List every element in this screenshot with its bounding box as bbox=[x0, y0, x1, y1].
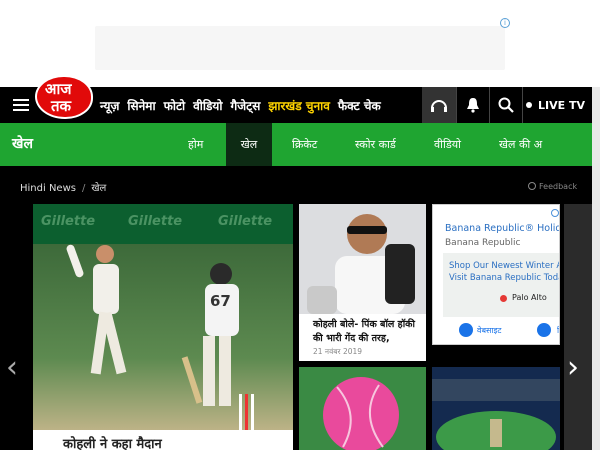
feedback-label: Feedback bbox=[539, 182, 578, 191]
tab-khel[interactable]: खेल bbox=[226, 123, 272, 166]
search-icon bbox=[498, 97, 514, 113]
hero-image: 67 bbox=[33, 244, 293, 434]
story-card-stadium[interactable] bbox=[432, 367, 560, 450]
story-thumbnail bbox=[299, 204, 426, 314]
breadcrumb-current: खेल bbox=[91, 183, 107, 194]
pink-ball-image bbox=[299, 367, 426, 450]
nav-cinema[interactable]: सिनेमा bbox=[127, 97, 155, 114]
section-bar: खेल होम खेल क्रिकेट स्कोर कार्ड वीडियो ख… bbox=[0, 123, 592, 166]
kohli-photo bbox=[299, 204, 426, 314]
feedback-icon bbox=[528, 182, 536, 190]
hero-headline-strip[interactable]: कोहली ने कहा मैदान bbox=[33, 430, 293, 450]
tab-more[interactable]: खेल की अ bbox=[499, 123, 542, 166]
jersey-number: 67 bbox=[210, 292, 231, 310]
cricket-scene-image: 67 bbox=[66, 244, 254, 434]
hero-story-card[interactable]: Gillette Gillette Gillette 67 कोहली ने क… bbox=[33, 204, 293, 450]
ad-choices-icon[interactable]: i bbox=[500, 18, 510, 28]
logo-text-bottom: तक bbox=[51, 97, 72, 115]
bell-icon bbox=[467, 98, 479, 113]
ad-info-icon[interactable] bbox=[551, 209, 559, 217]
story-date: 21 नवंबर 2019 bbox=[313, 347, 363, 356]
tab-video[interactable]: वीडियो bbox=[434, 123, 461, 166]
nav-video[interactable]: वीडियो bbox=[193, 97, 222, 114]
directions-icon[interactable] bbox=[537, 323, 551, 337]
board-text: Gillette bbox=[41, 214, 96, 229]
story-title: कोहली बोले- पिंक बॉल हॉकी की भारी गेंद क… bbox=[313, 319, 415, 344]
stadium-image bbox=[432, 367, 560, 450]
story-card-partial[interactable] bbox=[564, 204, 592, 450]
search-button[interactable] bbox=[489, 87, 523, 123]
ad-subtitle: Banana Republic bbox=[445, 238, 521, 248]
breadcrumb-home[interactable]: Hindi News bbox=[20, 183, 76, 194]
section-title[interactable]: खेल bbox=[12, 134, 33, 153]
ad-faded-content bbox=[95, 26, 505, 70]
feedback-link[interactable]: Feedback bbox=[528, 182, 577, 191]
live-tv-button[interactable]: LIVE TV bbox=[526, 87, 585, 123]
ad-text-line2[interactable]: Visit Banana Republic Today bbox=[449, 273, 559, 283]
nav-gadgets[interactable]: गैजेट्स bbox=[231, 97, 261, 114]
ad-place: Palo Alto bbox=[512, 293, 547, 302]
breadcrumb: Hindi News / खेल bbox=[20, 183, 107, 194]
board-text: Gillette bbox=[218, 214, 273, 229]
globe-icon[interactable] bbox=[459, 323, 473, 337]
nav-news[interactable]: न्यूज़ bbox=[100, 97, 119, 114]
ad-title[interactable]: Banana Republic® Holiday bbox=[445, 223, 559, 234]
nav-separator bbox=[522, 87, 523, 123]
nav-fact-check[interactable]: फैक्ट चेक bbox=[338, 97, 381, 114]
nav-jharkhand-election[interactable]: झारखंड चुनाव bbox=[268, 97, 330, 114]
map-pin-icon bbox=[500, 295, 507, 302]
ad-text-line1[interactable]: Shop Our Newest Winter Arri bbox=[449, 261, 559, 271]
tab-scorecard[interactable]: स्कोर कार्ड bbox=[355, 123, 396, 166]
story-card-kohli[interactable]: कोहली बोले- पिंक बॉल हॉकी की भारी गेंद क… bbox=[299, 204, 426, 361]
live-tv-label: LIVE TV bbox=[538, 98, 585, 112]
story-card-pink-ball[interactable] bbox=[299, 367, 426, 450]
hero-headline: कोहली ने कहा मैदान bbox=[63, 437, 162, 450]
sponsored-ad-card[interactable]: Banana Republic® Holiday Banana Republic… bbox=[432, 204, 560, 345]
live-dot-icon bbox=[526, 102, 532, 108]
nav-photo[interactable]: फोटो bbox=[164, 97, 186, 114]
nav-links: न्यूज़ सिनेमा फोटो वीडियो गैजेट्स झारखंड… bbox=[100, 87, 389, 123]
notification-button[interactable] bbox=[456, 87, 490, 123]
headphones-icon bbox=[431, 100, 447, 112]
main-nav: आज तक न्यूज़ सिनेमा फोटो वीडियो गैजेट्स … bbox=[0, 75, 592, 123]
audio-button[interactable] bbox=[422, 87, 456, 123]
tab-cricket[interactable]: क्रिकेट bbox=[292, 123, 317, 166]
hero-advertising-board: Gillette Gillette Gillette bbox=[33, 204, 293, 244]
tab-home[interactable]: होम bbox=[188, 123, 203, 166]
page-scrollbar[interactable] bbox=[592, 87, 600, 450]
ad-website-button[interactable]: वेबसाइट bbox=[477, 325, 501, 336]
carousel-next-arrow-icon[interactable]: › bbox=[567, 353, 579, 383]
carousel-prev-arrow-icon[interactable]: ‹ bbox=[6, 353, 18, 383]
top-ad-banner[interactable]: i bbox=[0, 0, 600, 87]
aajtak-logo[interactable]: आज तक bbox=[35, 75, 93, 119]
board-text: Gillette bbox=[128, 214, 183, 229]
hamburger-menu-icon[interactable] bbox=[13, 99, 29, 111]
ad-directions-button[interactable]: दि bbox=[557, 325, 559, 336]
